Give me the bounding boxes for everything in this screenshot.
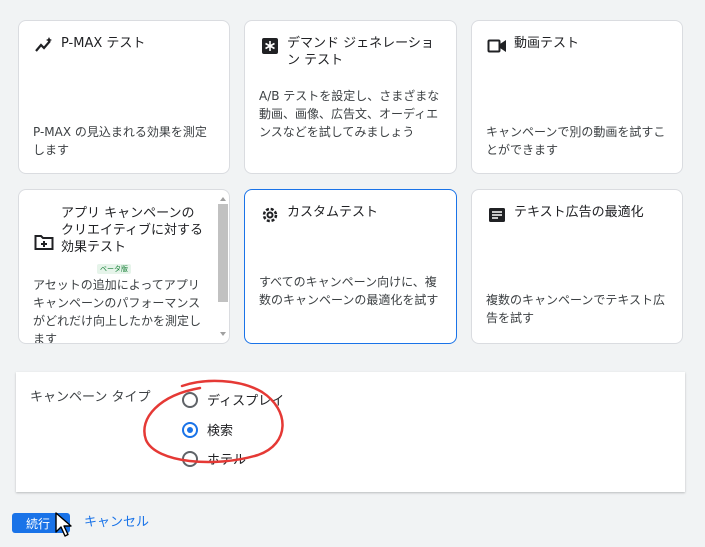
experiment-card-custom[interactable]: カスタムテスト すべてのキャンペーン向けに、複数のキャンペーンの最適化を試す (244, 189, 457, 344)
card-description: すべてのキャンペーン向けに、複数のキャンペーンの最適化を試す (259, 275, 439, 307)
radio-button[interactable] (182, 450, 198, 467)
radio-label: ホテル (207, 453, 247, 468)
card-description: キャンペーンで別の動画を試すことができます (486, 125, 666, 157)
folder-add-icon (33, 231, 55, 253)
card-title: アプリ キャンペーンのクリエイティブに対する効果テスト (61, 206, 203, 255)
card-title: テキスト広告の最適化 (514, 205, 644, 220)
scrollbar-thumb[interactable] (218, 204, 228, 302)
mouse-cursor-icon (55, 512, 72, 537)
card-title: P-MAX テスト (61, 36, 146, 51)
radio-label: ディスプレイ (207, 394, 285, 409)
radio-option-search[interactable]: 検索 (182, 420, 233, 439)
text-box-icon (486, 204, 508, 226)
experiment-card-text-ad[interactable]: テキスト広告の最適化 複数のキャンペーンでテキスト広告を試す (471, 189, 683, 344)
card-description: A/B テストを設定し、さまざまな動画、画像、広告文、オーディエンスなどを試して… (259, 89, 440, 139)
radio-button[interactable] (182, 391, 198, 408)
campaign-type-label: キャンペーン タイプ (30, 390, 151, 405)
card-title: 動画テスト (514, 36, 580, 51)
card-description: 複数のキャンペーンでテキスト広告を試す (486, 293, 666, 325)
radio-button[interactable] (182, 421, 198, 438)
asterisk-box-icon (259, 35, 281, 57)
campaign-type-panel: キャンペーン タイプ ディスプレイ 検索 ホテル (16, 372, 685, 492)
cancel-button[interactable]: キャンセル (84, 513, 149, 533)
card-description: P-MAX の見込まれる効果を測定します (33, 125, 207, 157)
radio-option-hotel[interactable]: ホテル (182, 449, 246, 468)
experiment-card-video[interactable]: 動画テスト キャンペーンで別の動画を試すことができます (471, 20, 683, 174)
radio-option-display[interactable]: ディスプレイ (182, 390, 284, 409)
card-description: アセットの追加によってアプリ キャンペーンのパフォーマンスがどれだけ向上したかを… (33, 278, 202, 344)
experiment-card-demand-gen[interactable]: デマンド ジェネレーション テスト A/B テストを設定し、さまざまな動画、画像… (244, 20, 457, 174)
beta-badge: ベータ版 (97, 264, 131, 274)
experiment-card-pmax[interactable]: P-MAX テスト P-MAX の見込まれる効果を測定します (18, 20, 230, 174)
gear-icon (259, 204, 281, 226)
scroll-up-arrow[interactable] (220, 197, 226, 201)
radio-label: 検索 (207, 424, 234, 439)
card-title: カスタムテスト (287, 205, 379, 220)
card-title: デマンド ジェネレーション テスト (287, 36, 434, 68)
videocam-icon (486, 35, 508, 57)
experiment-card-app[interactable]: アプリ キャンペーンのクリエイティブに対する効果テスト ベータ版 アセットの追加… (18, 189, 230, 344)
scroll-down-arrow[interactable] (220, 332, 226, 336)
trend-sparkle-icon (33, 35, 55, 57)
